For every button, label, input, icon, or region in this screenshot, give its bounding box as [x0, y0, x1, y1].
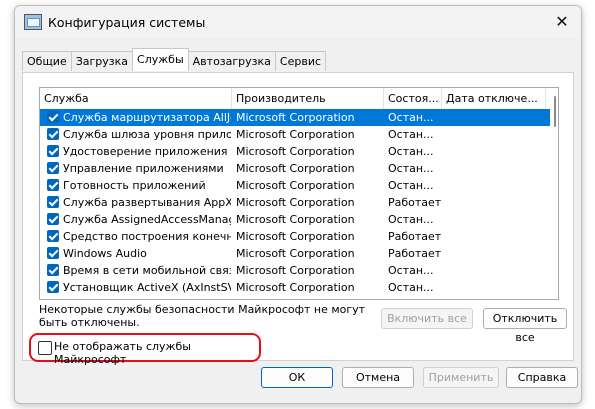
service-status: Остан... — [388, 145, 434, 158]
disable-all-button[interactable]: Отключить все — [483, 308, 567, 344]
column-service[interactable]: Служба — [40, 88, 232, 109]
service-manufacturer: Microsoft Corporation — [236, 162, 355, 175]
service-row[interactable]: Служба маршрутизатора AllJoyn Microsoft C… — [40, 109, 550, 126]
tab-strip: Общие Загрузка Службы Автозагрузка Серви… — [22, 48, 327, 72]
service-status: Работает — [388, 230, 442, 243]
services-list[interactable]: Служба Производитель Состоя... Дата откл… — [39, 87, 559, 300]
help-button[interactable]: Справка — [506, 367, 578, 388]
service-manufacturer: Microsoft Corporation — [236, 247, 355, 260]
hide-microsoft-highlight: Не отображать службы Майкрософт — [29, 333, 261, 366]
service-checkbox[interactable] — [47, 128, 59, 140]
service-checkbox[interactable] — [47, 196, 59, 208]
service-checkbox[interactable] — [47, 111, 59, 123]
list-scrollbar[interactable] — [550, 88, 558, 299]
service-manufacturer: Microsoft Corporation — [236, 111, 355, 124]
service-status: Остан... — [388, 281, 434, 294]
hide-microsoft-checkbox[interactable] — [38, 341, 52, 355]
security-note: Некоторые службы безопасности Майкрософт… — [39, 303, 366, 329]
service-rows: Служба маршрутизатора AllJoyn Microsoft C… — [40, 109, 550, 296]
tab-general[interactable]: Общие — [22, 51, 72, 71]
service-row[interactable]: Windows Audio Microsoft Corporation Работа… — [40, 245, 550, 262]
service-row[interactable]: Готовность приложений Microsoft Corporati… — [40, 177, 550, 194]
service-checkbox[interactable] — [47, 281, 59, 293]
service-status: Остан... — [388, 111, 434, 124]
service-name: Время в сети мобильной связи — [63, 264, 231, 277]
service-manufacturer: Microsoft Corporation — [236, 179, 355, 192]
msconfig-app-icon — [24, 14, 42, 30]
service-status: Остан... — [388, 213, 434, 226]
service-status: Остан... — [388, 264, 434, 277]
service-row[interactable]: Служба развертывания AppX (... Microsoft … — [40, 194, 550, 211]
service-manufacturer: Microsoft Corporation — [236, 145, 355, 158]
column-manufacturer[interactable]: Производитель — [232, 88, 384, 109]
apply-button[interactable]: Применить — [423, 367, 499, 388]
service-name: Установщик ActiveX (AxInstSV) — [63, 281, 231, 294]
service-checkbox[interactable] — [47, 145, 59, 157]
service-row[interactable]: Служба шлюза уровня прилож... Microsoft C… — [40, 126, 550, 143]
hide-microsoft-label[interactable]: Не отображать службы Майкрософт — [54, 340, 259, 366]
service-row[interactable]: Время в сети мобильной связи Microsoft Co… — [40, 262, 550, 279]
service-row[interactable]: Служба AssignedAccessManager Microsoft Co… — [40, 211, 550, 228]
service-checkbox[interactable] — [47, 247, 59, 259]
list-header: Служба Производитель Состоя... Дата откл… — [40, 88, 558, 109]
service-name: Служба маршрутизатора AllJoyn — [63, 111, 231, 124]
service-name: Управление приложениями — [63, 162, 224, 175]
column-status[interactable]: Состоя... — [384, 88, 442, 109]
service-manufacturer: Microsoft Corporation — [236, 128, 355, 141]
service-row[interactable]: Средство построения конечн... Microsoft C… — [40, 228, 550, 245]
service-status: Остан... — [388, 179, 434, 192]
service-name: Средство построения конечн... — [63, 230, 231, 243]
service-manufacturer: Microsoft Corporation — [236, 230, 355, 243]
service-name: Служба шлюза уровня прилож... — [63, 128, 231, 141]
title-bar: Конфигурация системы ✕ — [15, 6, 581, 38]
service-checkbox[interactable] — [47, 213, 59, 225]
ok-button[interactable]: ОК — [261, 367, 333, 388]
service-name: Служба развертывания AppX (... — [63, 196, 231, 209]
service-status: Остан... — [388, 162, 434, 175]
close-icon[interactable]: ✕ — [552, 12, 572, 32]
service-checkbox[interactable] — [47, 179, 59, 191]
system-configuration-window: Конфигурация системы ✕ Общие Загрузка Сл… — [14, 5, 582, 404]
service-checkbox[interactable] — [47, 162, 59, 174]
tab-tools[interactable]: Сервис — [274, 51, 327, 71]
scrollbar-thumb[interactable] — [554, 96, 556, 127]
cancel-button[interactable]: Отмена — [342, 367, 414, 388]
window-title: Конфигурация системы — [48, 15, 206, 30]
service-name: Удостоверение приложения — [63, 145, 228, 158]
service-manufacturer: Microsoft Corporation — [236, 196, 355, 209]
service-name: Служба AssignedAccessManager — [63, 213, 231, 226]
service-manufacturer: Microsoft Corporation — [236, 213, 355, 226]
service-row[interactable]: Управление приложениями Microsoft Corpora… — [40, 160, 550, 177]
service-status: Работает — [388, 196, 442, 209]
service-row[interactable]: Удостоверение приложения Microsoft Corpor… — [40, 143, 550, 160]
service-name: Готовность приложений — [63, 179, 206, 192]
services-panel: Служба Производитель Состоя... Дата откл… — [22, 72, 574, 361]
service-checkbox[interactable] — [47, 230, 59, 242]
service-status: Остан... — [388, 128, 434, 141]
service-checkbox[interactable] — [47, 264, 59, 276]
service-row[interactable]: Установщик ActiveX (AxInstSV) Microsoft C… — [40, 279, 550, 296]
tab-boot[interactable]: Загрузка — [70, 51, 134, 71]
service-manufacturer: Microsoft Corporation — [236, 264, 355, 277]
tab-startup[interactable]: Автозагрузка — [187, 51, 276, 71]
service-name: Windows Audio — [63, 247, 147, 260]
tab-services[interactable]: Службы — [132, 48, 189, 71]
column-disabled-date[interactable]: Дата отключе... — [442, 88, 546, 109]
service-manufacturer: Microsoft Corporation — [236, 281, 355, 294]
enable-all-button[interactable]: Включить все — [381, 308, 473, 329]
service-status: Работает — [388, 247, 442, 260]
